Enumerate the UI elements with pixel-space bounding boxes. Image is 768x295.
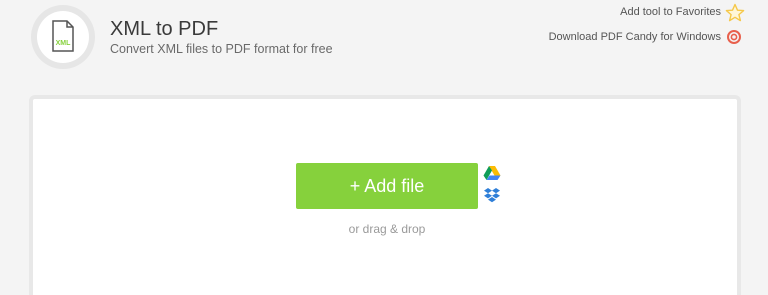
xml-icon-label: XML	[56, 40, 72, 47]
header: XML XML to PDF Convert XML files to PDF …	[0, 0, 768, 88]
dropbox-icon[interactable]	[483, 187, 501, 205]
xml-file-icon: XML	[52, 20, 74, 52]
add-to-favorites-link[interactable]: Add tool to Favorites	[620, 6, 721, 18]
drag-drop-hint: or drag & drop	[348, 222, 426, 236]
star-icon[interactable]	[725, 3, 745, 23]
upload-panel[interactable]: + Add file or drag & drop	[29, 95, 741, 295]
download-windows-link[interactable]: Download PDF Candy for Windows	[549, 31, 721, 43]
page-subtitle: Convert XML files to PDF format for free	[110, 42, 333, 56]
tool-icon-badge: XML	[31, 5, 95, 69]
google-drive-icon[interactable]	[483, 165, 501, 181]
add-file-button[interactable]: + Add file	[296, 163, 478, 209]
page-title: XML to PDF	[110, 18, 219, 40]
candy-icon[interactable]	[727, 30, 741, 44]
